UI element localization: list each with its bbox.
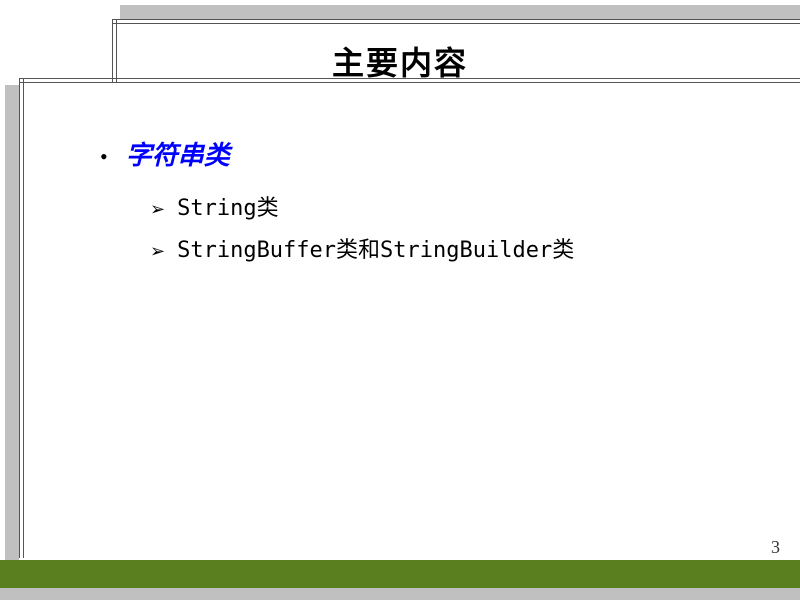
bullet-marker: •	[100, 144, 108, 170]
bottom-green-bar	[0, 560, 800, 588]
slide-title: 主要内容	[0, 38, 800, 84]
top-decoration-bar	[0, 5, 800, 19]
sub-bullet-marker: ➢	[150, 241, 165, 262]
sub-bullet-text: String类	[177, 190, 278, 222]
corner-decoration	[5, 0, 19, 85]
bottom-gray-bar	[0, 588, 800, 600]
main-bullet-text: 字符串类	[126, 135, 230, 172]
sub-bullet-marker: ➢	[150, 199, 165, 220]
sub-bullet-text: StringBuffer类和StringBuilder类	[177, 232, 574, 264]
border-line	[112, 19, 800, 20]
sub-bullet-list: ➢ String类 ➢ StringBuffer类和StringBuilder类	[150, 190, 760, 264]
sub-bullet-item: ➢ String类	[150, 190, 760, 222]
border-line	[23, 78, 24, 558]
sub-bullet-item: ➢ StringBuffer类和StringBuilder类	[150, 232, 760, 264]
page-number: 3	[771, 537, 780, 558]
border-line	[19, 78, 20, 558]
content-area: • 字符串类 ➢ String类 ➢ StringBuffer类和StringB…	[100, 135, 760, 274]
main-bullet-item: • 字符串类	[100, 135, 760, 172]
border-line	[112, 23, 800, 24]
